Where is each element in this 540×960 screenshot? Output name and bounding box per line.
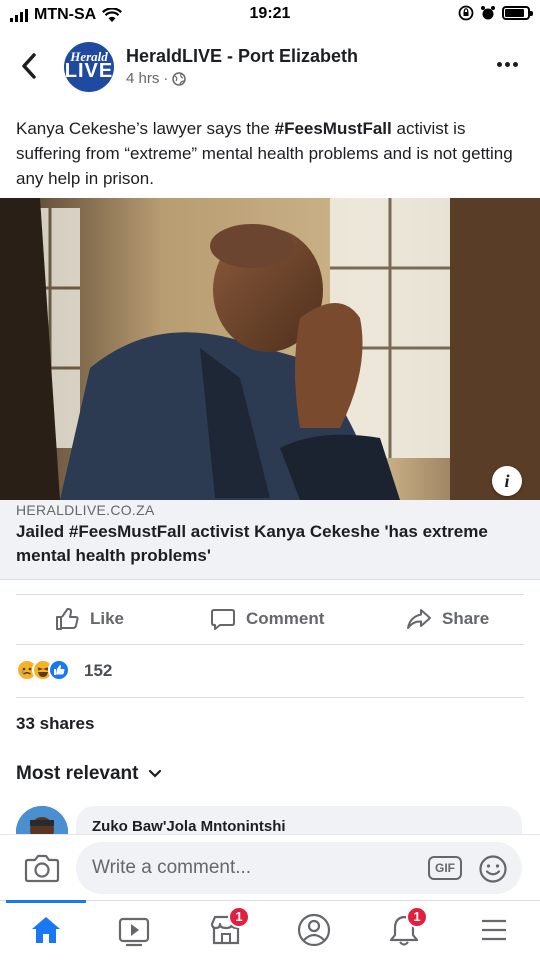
alarm-icon bbox=[481, 6, 495, 20]
hashtag-link[interactable]: #FeesMustFall bbox=[275, 119, 392, 138]
comment-icon bbox=[211, 609, 235, 630]
more-dot-icon bbox=[496, 61, 502, 67]
more-options-button[interactable] bbox=[494, 58, 520, 70]
notifications-badge: 1 bbox=[406, 906, 428, 928]
reaction-count[interactable]: 152 bbox=[84, 661, 112, 681]
like-button[interactable]: Like bbox=[54, 606, 124, 632]
chevron-down-icon bbox=[149, 769, 162, 778]
share-button[interactable]: Share bbox=[406, 606, 489, 632]
comment-label: Comment bbox=[246, 609, 325, 628]
link-title[interactable]: Jailed #FeesMustFall activist Kanya Ceke… bbox=[16, 520, 516, 568]
back-button[interactable] bbox=[20, 52, 44, 82]
battery-icon bbox=[502, 6, 533, 20]
camera-icon bbox=[24, 854, 60, 883]
emoji-button[interactable] bbox=[478, 854, 508, 884]
tab-watch[interactable] bbox=[114, 912, 154, 948]
shares-count[interactable]: 33 shares bbox=[16, 714, 94, 734]
active-tab-indicator bbox=[6, 900, 86, 903]
comment-button[interactable]: Comment bbox=[210, 606, 324, 632]
status-right bbox=[458, 5, 533, 21]
page-name[interactable]: HeraldLIVE - Port Elizabeth bbox=[126, 46, 358, 67]
battery-level bbox=[505, 9, 524, 17]
divider bbox=[16, 697, 524, 698]
post-time[interactable]: 4 hrs bbox=[126, 70, 159, 87]
more-dot-icon bbox=[512, 61, 518, 67]
tab-notifications[interactable]: 1 bbox=[384, 906, 428, 948]
video-icon bbox=[118, 917, 150, 947]
post-meta: 4 hrs · bbox=[126, 70, 187, 87]
comment-author[interactable]: Zuko Baw'Jola Mntonintshi bbox=[92, 818, 286, 835]
divider bbox=[16, 644, 524, 645]
chevron-left-icon bbox=[22, 53, 36, 79]
gif-button[interactable]: GIF bbox=[428, 856, 462, 880]
reactions-summary[interactable] bbox=[16, 659, 70, 681]
avatar-logo-text-bottom: LIVE bbox=[64, 60, 114, 82]
home-icon bbox=[32, 917, 60, 943]
like-label: Like bbox=[90, 609, 125, 628]
camera-button[interactable] bbox=[24, 852, 60, 884]
marketplace-badge: 1 bbox=[228, 906, 250, 928]
thumbs-up-icon bbox=[56, 608, 79, 630]
sort-label: Most relevant bbox=[16, 763, 139, 784]
meta-separator: · bbox=[163, 70, 169, 87]
page-avatar[interactable]: Herald LIVE bbox=[64, 42, 114, 92]
post-text: Kanya Cekeshe’s lawyer says the #FeesMus… bbox=[16, 116, 526, 191]
photo-illustration bbox=[0, 198, 540, 500]
profile-icon bbox=[297, 913, 331, 947]
post-photo[interactable] bbox=[0, 198, 540, 500]
like-reaction-icon bbox=[48, 659, 70, 681]
smiley-icon bbox=[479, 855, 507, 883]
share-icon bbox=[407, 609, 431, 629]
tab-home[interactable] bbox=[26, 912, 66, 948]
post-actions: Like Comment Share bbox=[0, 594, 540, 644]
tab-profile[interactable] bbox=[294, 912, 334, 948]
bottom-tab-bar bbox=[0, 900, 540, 960]
comment-sort-dropdown[interactable]: Most relevant bbox=[16, 763, 162, 785]
post-text-before: Kanya Cekeshe’s lawyer says the bbox=[16, 119, 275, 138]
rotation-lock-icon bbox=[458, 5, 474, 21]
tab-marketplace[interactable]: 1 bbox=[206, 906, 250, 948]
link-domain: HERALDLIVE.CO.ZA bbox=[16, 502, 155, 518]
status-bar: MTN-SA 19:21 bbox=[0, 0, 540, 30]
globe-icon bbox=[172, 71, 187, 86]
info-button[interactable]: i bbox=[492, 466, 522, 496]
tab-menu[interactable] bbox=[474, 912, 514, 948]
share-label: Share bbox=[442, 609, 490, 628]
hamburger-menu-icon bbox=[482, 919, 506, 941]
more-dot-icon bbox=[504, 61, 510, 67]
